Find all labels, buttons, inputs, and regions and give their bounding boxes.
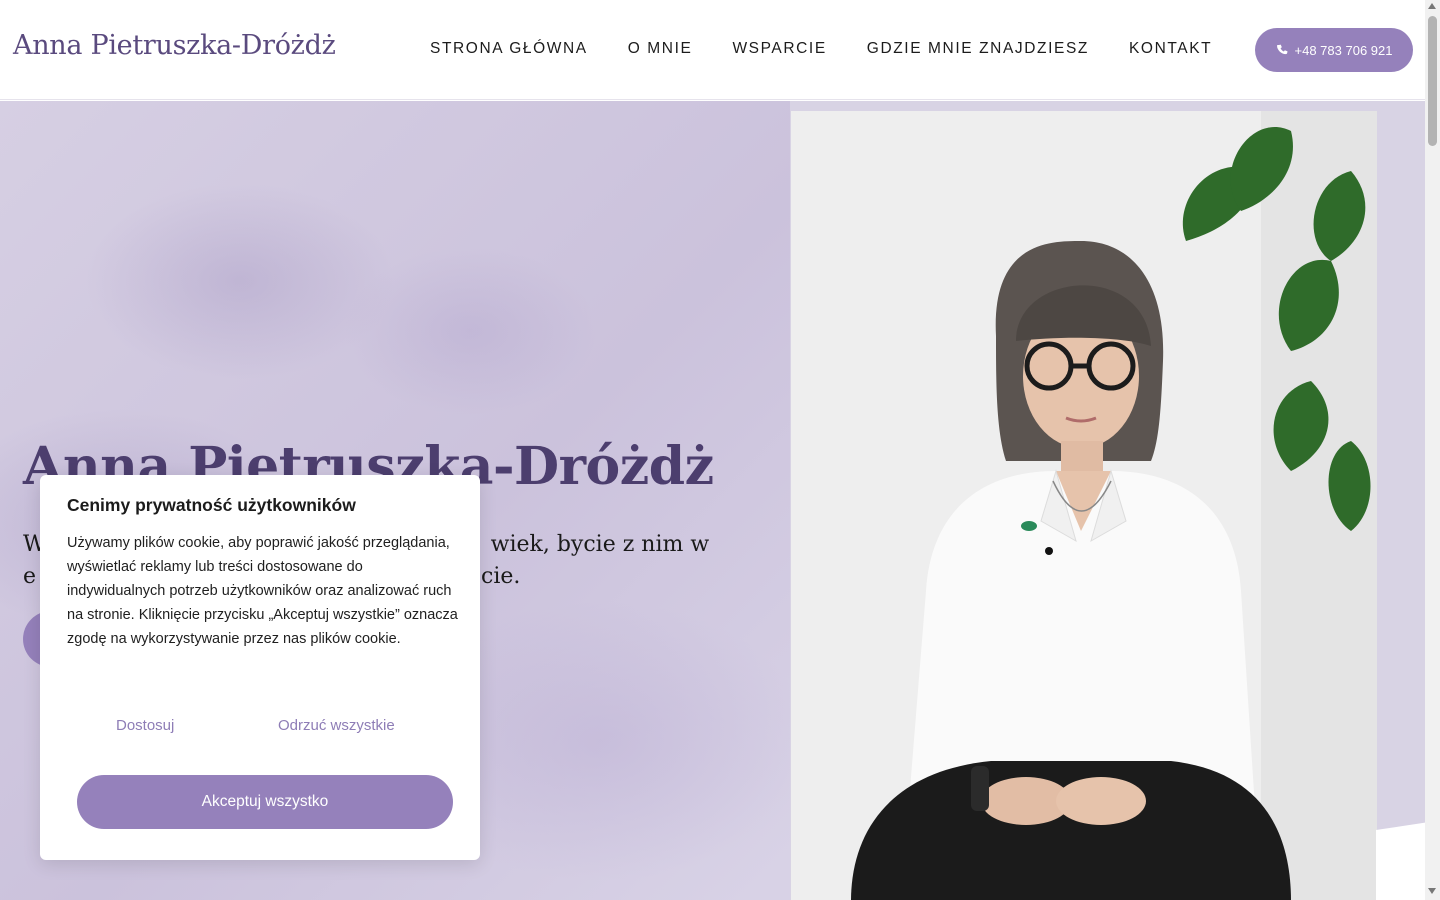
nav-support[interactable]: WSPARCIE [732, 40, 826, 58]
hero-subtitle-line1-end: wiek, bycie z nim w [490, 532, 710, 557]
portrait-photo [791, 111, 1377, 900]
phone-number: +48 783 706 921 [1294, 42, 1393, 58]
nav-locations[interactable]: GDZIE MNIE ZNAJDZIESZ [867, 40, 1089, 58]
customize-button[interactable]: Dostosuj [116, 717, 174, 734]
cookie-description: Używamy plików cookie, aby poprawić jako… [67, 535, 458, 647]
hero-subtitle-line2-start: e [23, 564, 37, 589]
reject-all-button[interactable]: Odrzuć wszystkie [278, 717, 395, 734]
accept-all-button[interactable]: Akceptuj wszystko [77, 775, 453, 829]
scroll-up-arrow-icon[interactable] [1428, 3, 1436, 9]
scroll-down-arrow-icon[interactable] [1428, 888, 1436, 894]
page-scrollbar[interactable] [1425, 0, 1440, 900]
site-logo[interactable]: Anna Pietruszka-Dróżdż [13, 30, 336, 61]
nav-home[interactable]: STRONA GŁÓWNA [430, 40, 588, 58]
nav-contact[interactable]: KONTAKT [1129, 40, 1212, 58]
hero-subtitle-line2-end: cie. [481, 564, 521, 589]
cookie-title: Cenimy prywatność użytkowników [67, 495, 356, 515]
cookie-consent-dialog: Cenimy prywatność użytkowników Używamy p… [40, 475, 480, 860]
site-header: Anna Pietruszka-Dróżdż STRONA GŁÓWNA O M… [0, 0, 1425, 100]
main-nav: STRONA GŁÓWNA O MNIE WSPARCIE GDZIE MNIE… [430, 40, 1212, 58]
phone-button[interactable]: +48 783 706 921 [1255, 28, 1413, 72]
nav-about[interactable]: O MNIE [628, 40, 693, 58]
phone-icon [1276, 44, 1288, 54]
scroll-thumb[interactable] [1428, 16, 1437, 146]
portrait-illustration [791, 111, 1377, 900]
hero-corner-shape [1376, 821, 1425, 900]
